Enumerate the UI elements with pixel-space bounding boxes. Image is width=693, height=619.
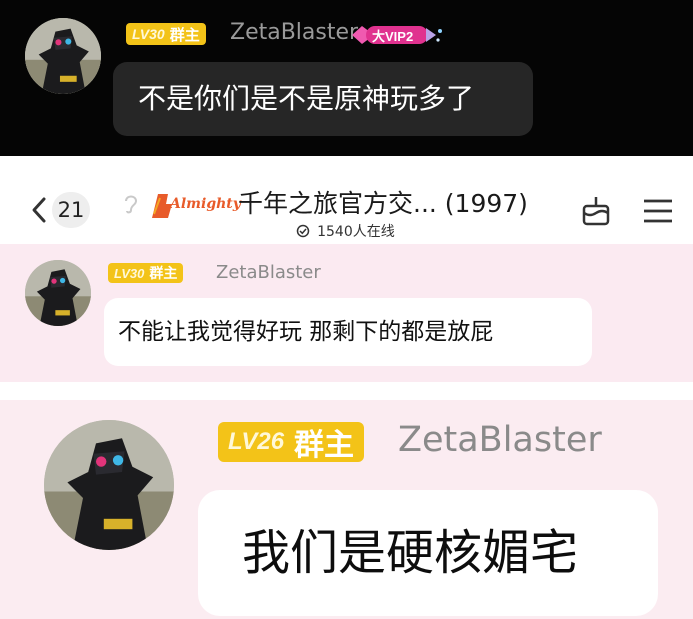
brand-logo-text: Almighty (170, 196, 241, 212)
level-badge: LV30 群主 (108, 263, 184, 283)
level-badge: LV30 群主 (126, 23, 206, 45)
avatar[interactable] (25, 18, 101, 94)
menu-icon[interactable] (642, 196, 674, 226)
avatar[interactable] (25, 260, 91, 326)
message-bubble[interactable]: 不是你们是不是原神玩多了 (113, 62, 533, 136)
vip-label: 大VIP2 (372, 29, 414, 44)
message-text: 不能让我觉得好玩 那剩下的都是放屁 (118, 319, 494, 345)
online-icon (296, 224, 310, 238)
message-bubble[interactable]: 我们是硬核媚宅 (198, 490, 658, 616)
brand-logo: Almighty (148, 188, 241, 224)
message-panel-zoomed: LV26 群主 ZetaBlaster 我们是硬核媚宅 (0, 400, 693, 619)
online-indicator: 1540人在线 (296, 221, 395, 241)
chat-header: 21 Almighty 千年之旅官方交... (1997) 1540人在线 (0, 178, 693, 244)
level-badge: LV26 群主 (218, 422, 365, 462)
message-text: 我们是硬核媚宅 (242, 525, 579, 581)
cake-icon[interactable] (580, 194, 612, 228)
username[interactable]: ZetaBlaster (216, 262, 321, 283)
back-button[interactable]: 21 (24, 190, 104, 230)
ear-icon (125, 195, 138, 214)
avatar[interactable] (44, 420, 174, 550)
level-text: LV30 (132, 26, 165, 42)
level-text: LV30 (114, 265, 145, 281)
message-bubble[interactable]: 不能让我觉得好玩 那剩下的都是放屁 (104, 298, 592, 366)
role-text: 群主 (294, 429, 355, 462)
chat-screen: 21 Almighty 千年之旅官方交... (1997) 1540人在线 LV… (0, 178, 693, 382)
vip-badge: 大VIP2 (352, 22, 444, 48)
username[interactable]: ZetaBlaster (398, 420, 602, 460)
unread-count-badge: 21 (52, 192, 90, 228)
message-text: 不是你们是不是原神玩多了 (138, 82, 475, 115)
online-count: 1540人在线 (317, 224, 395, 240)
message-panel-dark: LV30 群主 ZetaBlaster 大VIP2 不是你们是不是原神玩多了 (0, 0, 693, 156)
username[interactable]: ZetaBlaster (230, 20, 358, 45)
group-title[interactable]: 千年之旅官方交... (1997) (238, 184, 528, 220)
unread-count: 21 (57, 198, 85, 222)
level-text: LV26 (228, 428, 285, 455)
back-chevron-icon (32, 197, 46, 223)
role-text: 群主 (169, 26, 200, 44)
role-text: 群主 (149, 265, 178, 281)
